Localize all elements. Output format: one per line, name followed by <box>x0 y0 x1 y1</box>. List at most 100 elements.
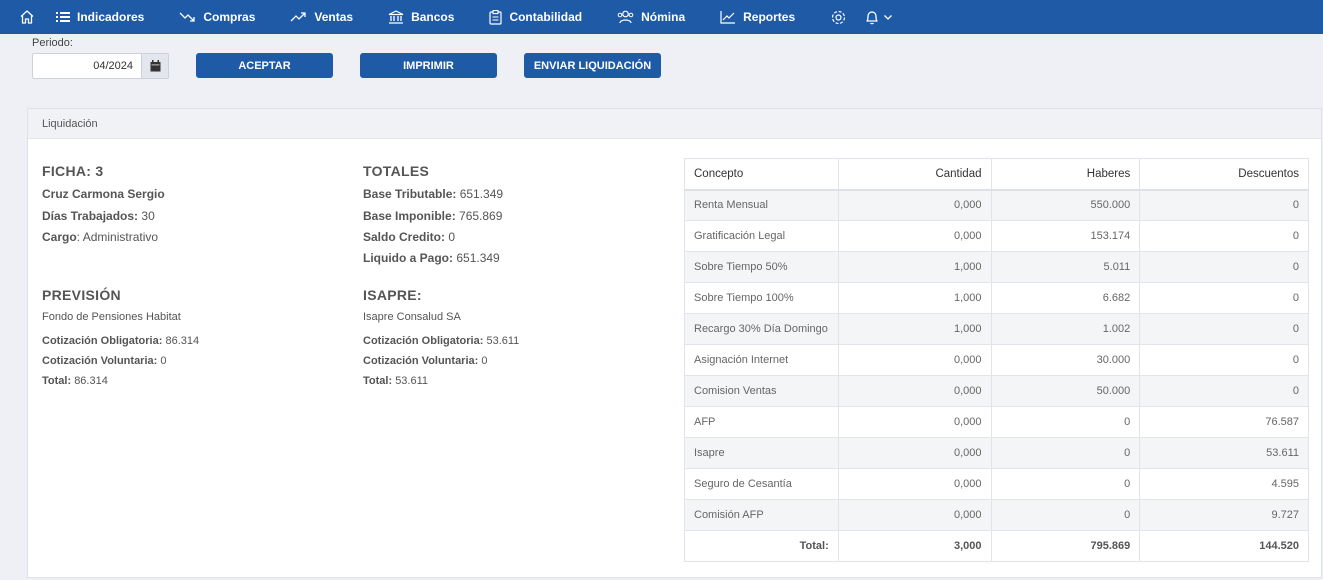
base-imponible: Base Imponible: 765.869 <box>363 209 502 223</box>
prevision-vol-label: Cotización Voluntaria: <box>42 355 158 367</box>
cargo-value: Administrativo <box>82 230 159 244</box>
table-row: Seguro de Cesantía 0,000 0 4.595 <box>684 468 1309 500</box>
trend-down-icon <box>179 12 196 22</box>
column-header-concepto[interactable]: Concepto <box>684 158 839 191</box>
cell-haberes: 0 <box>990 406 1141 438</box>
total-haberes: 795.869 <box>990 530 1141 562</box>
base-imponible-label: Base Imponible: <box>363 209 456 223</box>
base-imponible-value: 765.869 <box>459 209 503 223</box>
period-input[interactable] <box>33 54 141 78</box>
cell-haberes: 30.000 <box>990 344 1141 376</box>
column-header-haberes[interactable]: Haberes <box>990 158 1141 191</box>
nav-ventas[interactable]: Ventas <box>290 10 353 24</box>
liquidation-table: Concepto Cantidad Haberes Descuentos Ren… <box>684 158 1309 562</box>
prevision-cotizacion-obligatoria: Cotización Obligatoria: 86.314 <box>42 335 199 347</box>
isapre-cotizacion-voluntaria: Cotización Voluntaria: 0 <box>363 355 488 367</box>
isapre-vol-label: Cotización Voluntaria: <box>363 355 479 367</box>
prevision-total-value: 86.314 <box>74 375 108 387</box>
notifications-bell-icon[interactable] <box>865 10 893 25</box>
totales-title: TOTALES <box>363 163 430 179</box>
cell-concepto: Recargo 30% Día Domingo <box>684 313 839 345</box>
users-icon <box>617 10 634 24</box>
cell-haberes: 0 <box>990 499 1141 531</box>
cell-descuentos: 53.611 <box>1139 437 1309 469</box>
accept-button[interactable]: ACEPTAR <box>196 53 333 78</box>
nav-label: Contabilidad <box>509 10 583 24</box>
cell-descuentos: 0 <box>1139 375 1309 407</box>
cell-concepto: Asignación Internet <box>684 344 839 376</box>
table-row: Comisión AFP 0,000 0 9.727 <box>684 499 1309 531</box>
nav-label: Reportes <box>743 10 796 24</box>
gear-icon[interactable] <box>830 9 847 26</box>
cell-cantidad: 0,000 <box>837 468 992 500</box>
cell-descuentos: 0 <box>1139 220 1309 252</box>
cell-descuentos: 0 <box>1139 189 1309 221</box>
liquidation-card: Liquidación FICHA: 3 Cruz Carmona Sergio… <box>27 108 1322 578</box>
nav-reportes[interactable]: Reportes <box>720 10 795 24</box>
cell-concepto: Renta Mensual <box>684 189 839 221</box>
cell-haberes: 550.000 <box>990 189 1141 221</box>
nav-nomina[interactable]: Nómina <box>617 10 685 24</box>
prevision-title: PREVISIÓN <box>42 287 121 303</box>
cell-cantidad: 0,000 <box>837 220 992 252</box>
isapre-entity: Isapre Consalud SA <box>363 311 461 323</box>
top-navbar: Indicadores Compras Ventas Bancos Contab… <box>0 0 1323 34</box>
cell-concepto: Comisión AFP <box>684 499 839 531</box>
cell-haberes: 5.011 <box>990 251 1141 283</box>
cell-concepto: Isapre <box>684 437 839 469</box>
cargo-label: Cargo <box>42 230 77 244</box>
dias-trabajados: Días Trabajados: 30 <box>42 209 155 223</box>
table-row: Isapre 0,000 0 53.611 <box>684 437 1309 469</box>
liquido-pago-label: Liquido a Pago: <box>363 251 453 265</box>
dias-value: 30 <box>141 209 155 223</box>
base-tributable-label: Base Tributable: <box>363 187 457 201</box>
cell-descuentos: 9.727 <box>1139 499 1309 531</box>
column-header-descuentos[interactable]: Descuentos <box>1139 158 1309 191</box>
cell-cantidad: 0,000 <box>837 344 992 376</box>
table-row: AFP 0,000 0 76.587 <box>684 406 1309 438</box>
period-picker <box>32 53 169 79</box>
saldo-credito-label: Saldo Credito: <box>363 230 446 244</box>
table-total-row: Total: 3,000 795.869 144.520 <box>684 530 1309 562</box>
column-header-cantidad[interactable]: Cantidad <box>837 158 992 191</box>
cell-concepto: Gratificación Legal <box>684 220 839 252</box>
nav-bancos[interactable]: Bancos <box>388 10 454 24</box>
calendar-icon[interactable] <box>141 54 168 78</box>
cell-concepto: Sobre Tiempo 100% <box>684 282 839 314</box>
prevision-oblig-label: Cotización Obligatoria: <box>42 335 163 347</box>
prevision-entity: Fondo de Pensiones Habitat <box>42 311 181 323</box>
table-row: Asignación Internet 0,000 30.000 0 <box>684 344 1309 376</box>
list-icon <box>56 12 70 22</box>
isapre-cotizacion-obligatoria: Cotización Obligatoria: 53.611 <box>363 335 519 347</box>
cell-concepto: Seguro de Cesantía <box>684 468 839 500</box>
cell-concepto: Comision Ventas <box>684 375 839 407</box>
print-button[interactable]: IMPRIMIR <box>360 53 497 78</box>
nav-contabilidad[interactable]: Contabilidad <box>489 9 583 25</box>
nav-compras[interactable]: Compras <box>179 10 255 24</box>
cell-cantidad: 0,000 <box>837 499 992 531</box>
bank-icon <box>388 10 404 24</box>
isapre-oblig-value: 53.611 <box>486 335 520 347</box>
isapre-total: Total: 53.611 <box>363 375 428 387</box>
cell-cantidad: 0,000 <box>837 189 992 221</box>
prevision-total-label: Total: <box>42 375 72 387</box>
prevision-oblig-value: 86.314 <box>165 335 200 347</box>
table-row: Recargo 30% Día Domingo 1,000 1.002 0 <box>684 313 1309 345</box>
isapre-total-label: Total: <box>363 375 393 387</box>
nav-indicadores[interactable]: Indicadores <box>56 10 144 24</box>
total-descuentos: 144.520 <box>1139 530 1309 562</box>
clipboard-icon <box>489 9 503 25</box>
cell-haberes: 6.682 <box>990 282 1141 314</box>
prevision-total: Total: 86.314 <box>42 375 108 387</box>
cell-cantidad: 0,000 <box>837 437 992 469</box>
cell-descuentos: 0 <box>1139 313 1309 345</box>
nav-label: Compras <box>203 10 256 24</box>
nav-label: Indicadores <box>77 10 145 24</box>
send-liquidation-button[interactable]: ENVIAR LIQUIDACIÓN <box>524 53 661 78</box>
nav-label: Nómina <box>641 10 686 24</box>
trend-up-icon <box>290 12 307 22</box>
table-row: Gratificación Legal 0,000 153.174 0 <box>684 220 1309 252</box>
cell-descuentos: 0 <box>1139 282 1309 314</box>
cell-cantidad: 0,000 <box>837 406 992 438</box>
home-icon[interactable] <box>18 8 36 26</box>
